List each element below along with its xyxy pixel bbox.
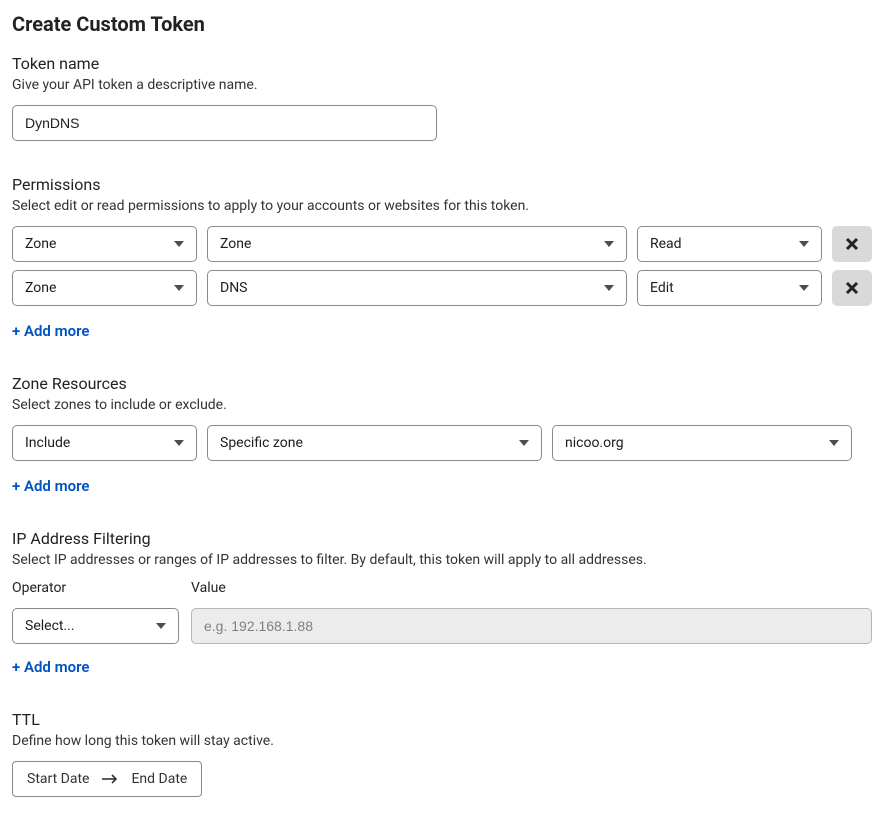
token-name-section: Token name Give your API token a descrip… xyxy=(12,54,872,141)
permission-remove-button[interactable] xyxy=(832,226,872,262)
permission-access-value: Read xyxy=(650,236,682,252)
permission-access-select[interactable]: Read xyxy=(637,226,822,262)
zone-name-value: nicoo.org xyxy=(565,435,624,451)
ttl-end-label: End Date xyxy=(131,771,187,787)
zone-scope-select[interactable]: Specific zone xyxy=(207,425,542,461)
permission-row: Zone DNS Edit xyxy=(12,270,872,306)
token-name-heading: Token name xyxy=(12,54,872,73)
ip-filtering-section: IP Address Filtering Select IP addresses… xyxy=(12,529,872,676)
ttl-date-range-picker[interactable]: Start Date End Date xyxy=(12,761,202,797)
chevron-down-icon xyxy=(519,440,529,446)
ttl-heading: TTL xyxy=(12,710,872,729)
permissions-heading: Permissions xyxy=(12,175,872,194)
token-name-input-wrap[interactable] xyxy=(12,105,437,141)
permissions-desc: Select edit or read permissions to apply… xyxy=(12,198,872,214)
chevron-down-icon xyxy=(174,440,184,446)
ip-operator-label: Operator xyxy=(12,580,179,596)
ip-operator-value: Select... xyxy=(25,618,75,634)
permission-scope-select[interactable]: Zone xyxy=(12,270,197,306)
chevron-down-icon xyxy=(829,440,839,446)
zone-mode-value: Include xyxy=(25,435,70,451)
token-name-input[interactable] xyxy=(25,115,424,131)
permission-resource-value: Zone xyxy=(220,236,251,252)
ttl-desc: Define how long this token will stay act… xyxy=(12,733,872,749)
permission-scope-value: Zone xyxy=(25,280,56,296)
zone-resource-row: Include Specific zone nicoo.org xyxy=(12,425,872,461)
arrow-right-icon xyxy=(101,773,119,785)
permission-scope-select[interactable]: Zone xyxy=(12,226,197,262)
zone-mode-select[interactable]: Include xyxy=(12,425,197,461)
permission-access-select[interactable]: Edit xyxy=(637,270,822,306)
zone-name-select[interactable]: nicoo.org xyxy=(552,425,852,461)
chevron-down-icon xyxy=(799,241,809,247)
ip-value-label: Value xyxy=(191,580,872,596)
zone-resources-desc: Select zones to include or exclude. xyxy=(12,397,872,413)
chevron-down-icon xyxy=(604,285,614,291)
permission-resource-value: DNS xyxy=(220,280,248,296)
ip-filtering-desc: Select IP addresses or ranges of IP addr… xyxy=(12,552,872,568)
permission-scope-value: Zone xyxy=(25,236,56,252)
ip-value-input[interactable] xyxy=(204,618,859,634)
permission-row: Zone Zone Read xyxy=(12,226,872,262)
chevron-down-icon xyxy=(174,285,184,291)
ip-filtering-heading: IP Address Filtering xyxy=(12,529,872,548)
ttl-start-label: Start Date xyxy=(27,771,89,787)
chevron-down-icon xyxy=(604,241,614,247)
chevron-down-icon xyxy=(799,285,809,291)
token-name-desc: Give your API token a descriptive name. xyxy=(12,77,872,93)
zone-resources-section: Zone Resources Select zones to include o… xyxy=(12,374,872,495)
chevron-down-icon xyxy=(174,241,184,247)
permission-remove-button[interactable] xyxy=(832,270,872,306)
close-icon xyxy=(845,281,859,295)
zone-scope-value: Specific zone xyxy=(220,435,303,451)
permission-resource-select[interactable]: Zone xyxy=(207,226,627,262)
permissions-section: Permissions Select edit or read permissi… xyxy=(12,175,872,340)
zone-resources-heading: Zone Resources xyxy=(12,374,872,393)
chevron-down-icon xyxy=(156,623,166,629)
permission-resource-select[interactable]: DNS xyxy=(207,270,627,306)
zone-resources-add-more-button[interactable]: + Add more xyxy=(12,477,89,495)
ip-filtering-add-more-button[interactable]: + Add more xyxy=(12,658,89,676)
ip-value-input-wrap[interactable] xyxy=(191,608,872,644)
ip-operator-select[interactable]: Select... xyxy=(12,608,179,644)
permission-access-value: Edit xyxy=(650,280,674,296)
permissions-add-more-button[interactable]: + Add more xyxy=(12,322,89,340)
page-title: Create Custom Token xyxy=(12,12,872,36)
close-icon xyxy=(845,237,859,251)
